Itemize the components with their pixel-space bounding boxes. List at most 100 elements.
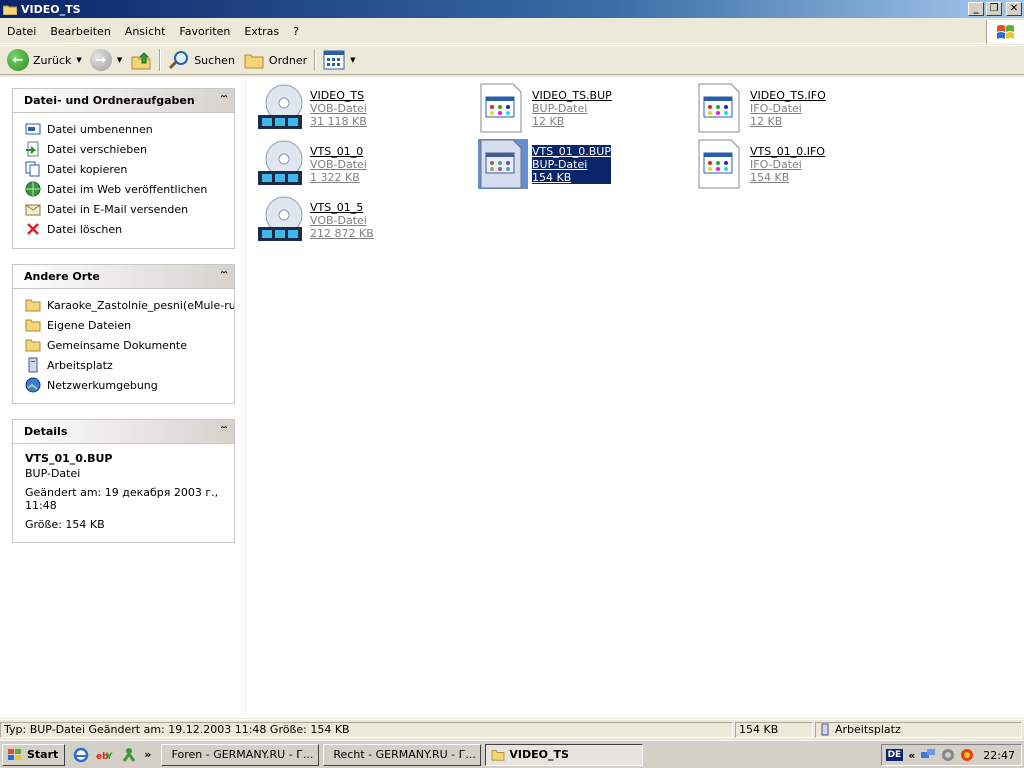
generic-file-icon [480,83,522,133]
details-header[interactable]: Details ˆˆ [13,420,234,444]
task-delete[interactable]: Datei löschen [25,219,234,239]
back-dropdown-icon[interactable]: ▼ [76,56,81,64]
file-name: VTS_01_0.BUP [532,145,611,158]
windows-flag-icon [8,748,21,760]
generic-file-icon [698,83,740,133]
task-rename[interactable]: Datei umbenennen [25,119,234,139]
volume-icon[interactable] [941,748,955,762]
details-filename: VTS_01_0.BUP [25,452,113,465]
file-name: VTS_01_0 [310,145,364,158]
file-item[interactable]: VIDEO_TS.IFO IFO-Datei 12 KB [696,83,906,135]
network-tray-icon[interactable] [920,747,936,763]
folder-icon [25,317,41,333]
dvd-video-icon [258,84,303,129]
up-folder-button[interactable] [126,47,156,73]
details-panel: Details ˆˆ VTS_01_0.BUP BUP-Datei Geände… [12,419,235,543]
file-size: 31 118 KB [310,115,367,128]
folders-label: Ordner [268,53,308,67]
back-button[interactable]: ← Zurück ▼ [3,47,86,73]
place-karaoke-folder[interactable]: Karaoke_Zastolnie_pesni(eMule-rus [25,295,234,315]
taskbar-button-video-ts[interactable]: VIDEO_TS [485,743,644,766]
menu-ansicht[interactable]: Ansicht [118,25,173,38]
taskbar-button-recht[interactable]: Recht - GERMANY.RU - Г... [323,743,482,766]
task-move[interactable]: Datei verschieben [25,139,234,159]
file-type: VOB-Datei [310,158,367,171]
forward-button[interactable]: → ▼ [86,47,126,73]
task-publish-web[interactable]: Datei im Web veröffentlichen [25,179,234,199]
file-item[interactable]: VIDEO_TS VOB-Datei 31 118 KB [256,83,466,135]
folders-button[interactable]: Ordner [239,47,311,73]
task-label: Datei umbenennen [47,122,153,136]
file-item[interactable]: VTS_01_0.IFO IFO-Datei 154 KB [696,139,906,191]
place-network[interactable]: Netzwerkumgebung [25,375,234,395]
collapse-chevron-icon[interactable]: ˆˆ [220,95,228,106]
place-my-documents[interactable]: Eigene Dateien [25,315,234,335]
other-places-panel: Andere Orte ˆˆ Karaoke_Zastolnie_pesni(e… [12,264,235,404]
dvd-video-icon [258,140,303,185]
file-item[interactable]: VIDEO_TS.BUP BUP-Datei 12 KB [478,83,688,135]
other-places-header[interactable]: Andere Orte ˆˆ [13,265,234,289]
file-size: 154 KB [750,171,790,184]
tray-expand-button[interactable]: « [908,749,915,762]
file-type: BUP-Datei [532,158,611,171]
minimize-button[interactable]: _ [968,2,984,16]
folder-icon [3,5,17,15]
messenger-icon[interactable] [121,747,137,763]
menu-datei[interactable]: Datei [0,25,43,38]
task-copy[interactable]: Datei kopieren [25,159,234,179]
file-size: 1 322 KB [310,171,360,184]
toolbar: ← Zurück ▼ → ▼ Suchen Ordner ▼ [0,45,1024,75]
clock[interactable]: 22:47 [983,749,1015,762]
ebay-icon[interactable]: ebY [96,748,114,762]
file-item[interactable]: VTS_01_0 VOB-Datei 1 322 KB [256,139,466,191]
window-title: VIDEO_TS [21,2,81,16]
collapse-chevron-icon[interactable]: ˆˆ [220,426,228,437]
app-tray-icon[interactable] [960,748,974,762]
place-shared-documents[interactable]: Gemeinsame Dokumente [25,335,234,355]
internet-explorer-icon[interactable] [73,747,89,763]
start-button[interactable]: Start [2,743,66,766]
menu-favoriten[interactable]: Favoriten [172,25,237,38]
taskbar-button-label: Foren - GERMANY.RU - Г... [171,748,314,761]
forward-dropdown-icon[interactable]: ▼ [117,56,122,64]
close-button[interactable]: ✕ [1006,2,1022,16]
quicklaunch-more[interactable]: » [144,748,151,761]
file-name: VTS_01_0.IFO [750,145,825,158]
file-size: 12 KB [750,115,783,128]
task-email[interactable]: Datei in E-Mail versenden [25,199,234,219]
search-button[interactable]: Suchen [164,47,239,73]
toolbar-separator [314,49,317,71]
file-item-selected[interactable]: VTS_01_0.BUP BUP-Datei 154 KB [478,139,688,191]
collapse-chevron-icon[interactable]: ˆˆ [220,271,228,282]
menu-help[interactable]: ? [286,25,306,38]
file-type: BUP-Datei [532,102,588,115]
taskbar-button-foren[interactable]: Foren - GERMANY.RU - Г... [161,743,320,766]
file-size: 154 KB [532,171,611,184]
menu-extras[interactable]: Extras [237,25,286,38]
details-modified: Geändert am: 19 декабря 2003 г., 11:48 [25,486,219,512]
menu-bar: Datei Bearbeiten Ansicht Favoriten Extra… [0,20,1024,44]
computer-icon [25,357,41,373]
place-my-computer[interactable]: Arbeitsplatz [25,355,234,375]
email-icon [25,201,41,217]
language-indicator[interactable]: DE [885,749,904,761]
start-label: Start [27,748,59,761]
status-size: 154 KB [735,721,813,738]
file-item[interactable]: VTS_01_5 VOB-Datei 212 872 KB [256,195,466,247]
back-label: Zurück [33,53,72,67]
generic-file-icon [698,139,740,189]
views-dropdown-icon[interactable]: ▼ [350,56,355,64]
views-button[interactable]: ▼ [319,47,359,73]
panel-title: Details [24,425,68,438]
file-view[interactable]: VIDEO_TS VOB-Datei 31 118 KB VIDEO_TS.BU… [246,77,1024,718]
menu-bearbeiten[interactable]: Bearbeiten [43,25,117,38]
title-bar[interactable]: VIDEO_TS _ ❐ ✕ [0,0,1024,18]
file-tasks-header[interactable]: Datei- und Ordneraufgaben ˆˆ [13,89,234,113]
file-type: VOB-Datei [310,214,367,227]
folder-icon [491,749,505,761]
task-label: Datei in E-Mail versenden [47,202,189,216]
copy-icon [25,161,41,177]
globe-icon [25,181,41,197]
taskbar-button-label: VIDEO_TS [509,748,569,761]
restore-button[interactable]: ❐ [986,2,1002,16]
